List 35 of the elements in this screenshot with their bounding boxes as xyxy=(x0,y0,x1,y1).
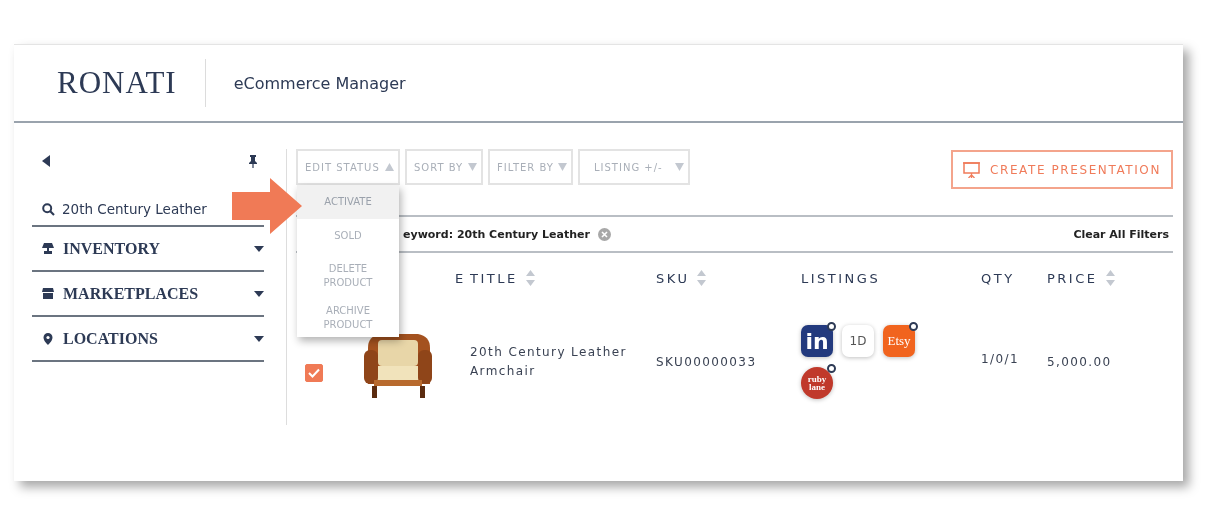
column-header[interactable]: SKU xyxy=(656,270,690,286)
marketplace-badge[interactable]: in xyxy=(801,325,833,357)
caret-icon xyxy=(558,162,567,172)
product-title: 20th Century Leather Armchair xyxy=(470,344,628,380)
marketplace-badge[interactable]: Etsy xyxy=(883,325,915,357)
presentation-icon xyxy=(963,161,980,178)
column-header[interactable]: TITLE xyxy=(470,270,518,286)
caret-icon xyxy=(468,162,477,172)
store-icon xyxy=(42,288,54,300)
clear-filters-link[interactable]: Clear All Filters xyxy=(1073,227,1169,241)
collapse-icon[interactable] xyxy=(42,155,50,167)
location-pin-icon xyxy=(42,333,54,345)
nav-item[interactable]: LOCATIONS xyxy=(32,318,264,362)
nav-item[interactable]: MARKETPLACES xyxy=(32,273,264,317)
column-header: QTY xyxy=(981,270,1015,286)
price-text: 5,000.00 xyxy=(1047,355,1112,369)
column-header[interactable]: PRICE xyxy=(1047,270,1098,286)
nav-item[interactable]: INVENTORY xyxy=(32,228,264,272)
app-title: eCommerce Manager xyxy=(233,73,406,93)
quantity-text: 1/0/1 xyxy=(981,352,1019,366)
pointer-arrow xyxy=(232,178,302,234)
caret-icon xyxy=(385,162,394,172)
sku-text: SKU00000033 xyxy=(656,355,757,369)
caret-icon xyxy=(675,162,684,172)
lamp-icon xyxy=(42,243,54,255)
column-header: LISTINGS xyxy=(801,270,881,286)
checkbox[interactable] xyxy=(305,364,323,382)
create-presentation-button[interactable]: CREATE PRESENTATION xyxy=(951,150,1173,189)
pin-icon[interactable] xyxy=(248,154,258,168)
column-header: E xyxy=(455,270,466,286)
marketplace-badge[interactable]: ruby lane xyxy=(801,367,833,399)
marketplace-badge[interactable]: 1D xyxy=(842,325,874,357)
filter-tag: eyword: 20th Century Leather xyxy=(403,227,590,241)
search-icon xyxy=(42,202,55,216)
logo: RONATI xyxy=(57,65,177,101)
